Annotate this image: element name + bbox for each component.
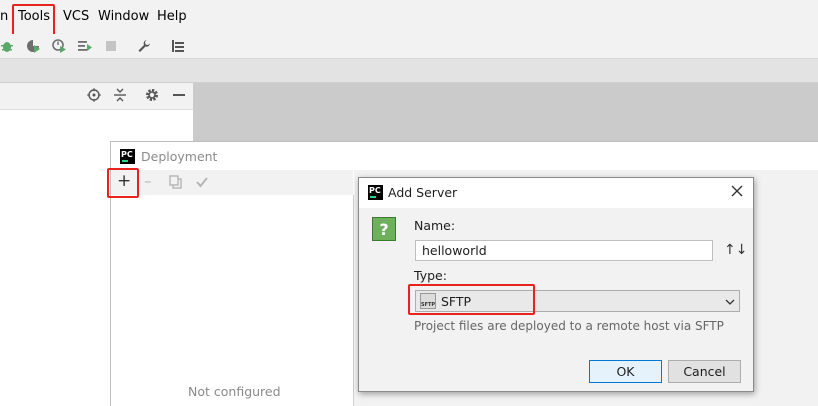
- editor-area: [193, 83, 818, 141]
- project-panel-header: [0, 83, 193, 110]
- cancel-button[interactable]: Cancel: [668, 360, 741, 383]
- coverage-icon[interactable]: [24, 37, 42, 55]
- menu-item-navigate[interactable]: n: [0, 9, 8, 24]
- ok-button[interactable]: OK: [589, 360, 662, 383]
- help-icon: ?: [372, 217, 396, 241]
- profile-icon[interactable]: [50, 37, 68, 55]
- run-list-icon[interactable]: [76, 37, 94, 55]
- pycharm-logo-icon: PC: [368, 185, 383, 200]
- empty-list-text: Not configured: [188, 384, 281, 399]
- dialog-title: Add Server: [388, 185, 458, 200]
- type-label: Type:: [414, 268, 447, 283]
- server-list[interactable]: Not configured: [111, 195, 354, 406]
- crosshair-icon[interactable]: [87, 88, 101, 106]
- bug-icon[interactable]: [0, 37, 16, 55]
- sort-icon[interactable]: ↑↓: [724, 242, 747, 258]
- stop-icon[interactable]: [102, 37, 120, 55]
- highlight-type-select: [408, 284, 535, 315]
- name-input[interactable]: helloworld: [415, 240, 713, 261]
- tab-strip: [0, 59, 818, 83]
- remove-server-button[interactable]: –: [144, 172, 152, 190]
- main-toolbar: [0, 34, 818, 59]
- chevron-down-icon: [725, 296, 735, 311]
- dialog-title-bar: PC Add Server: [359, 178, 753, 208]
- check-icon[interactable]: [195, 175, 209, 193]
- deployment-title: Deployment: [141, 149, 218, 164]
- database-icon[interactable]: [169, 37, 187, 55]
- copy-icon[interactable]: [169, 175, 183, 193]
- collapse-icon[interactable]: [113, 88, 127, 106]
- deployment-toolbar: + –: [111, 170, 353, 195]
- highlight-add-button: [107, 168, 139, 198]
- wrench-icon[interactable]: [135, 37, 153, 55]
- menu-item-window[interactable]: Window: [98, 9, 149, 24]
- close-icon[interactable]: [731, 185, 743, 201]
- menu-bar: n Tools VCS Window Help: [0, 0, 818, 34]
- deployment-title-bar: PC Deployment: [111, 142, 818, 170]
- menu-item-vcs[interactable]: VCS: [63, 9, 89, 24]
- menu-item-help[interactable]: Help: [157, 9, 187, 24]
- minimize-icon[interactable]: [172, 88, 186, 106]
- name-label: Name:: [414, 218, 456, 233]
- pycharm-logo-icon: PC: [120, 149, 135, 164]
- type-description: Project files are deployed to a remote h…: [414, 319, 724, 333]
- gear-icon[interactable]: [145, 88, 159, 106]
